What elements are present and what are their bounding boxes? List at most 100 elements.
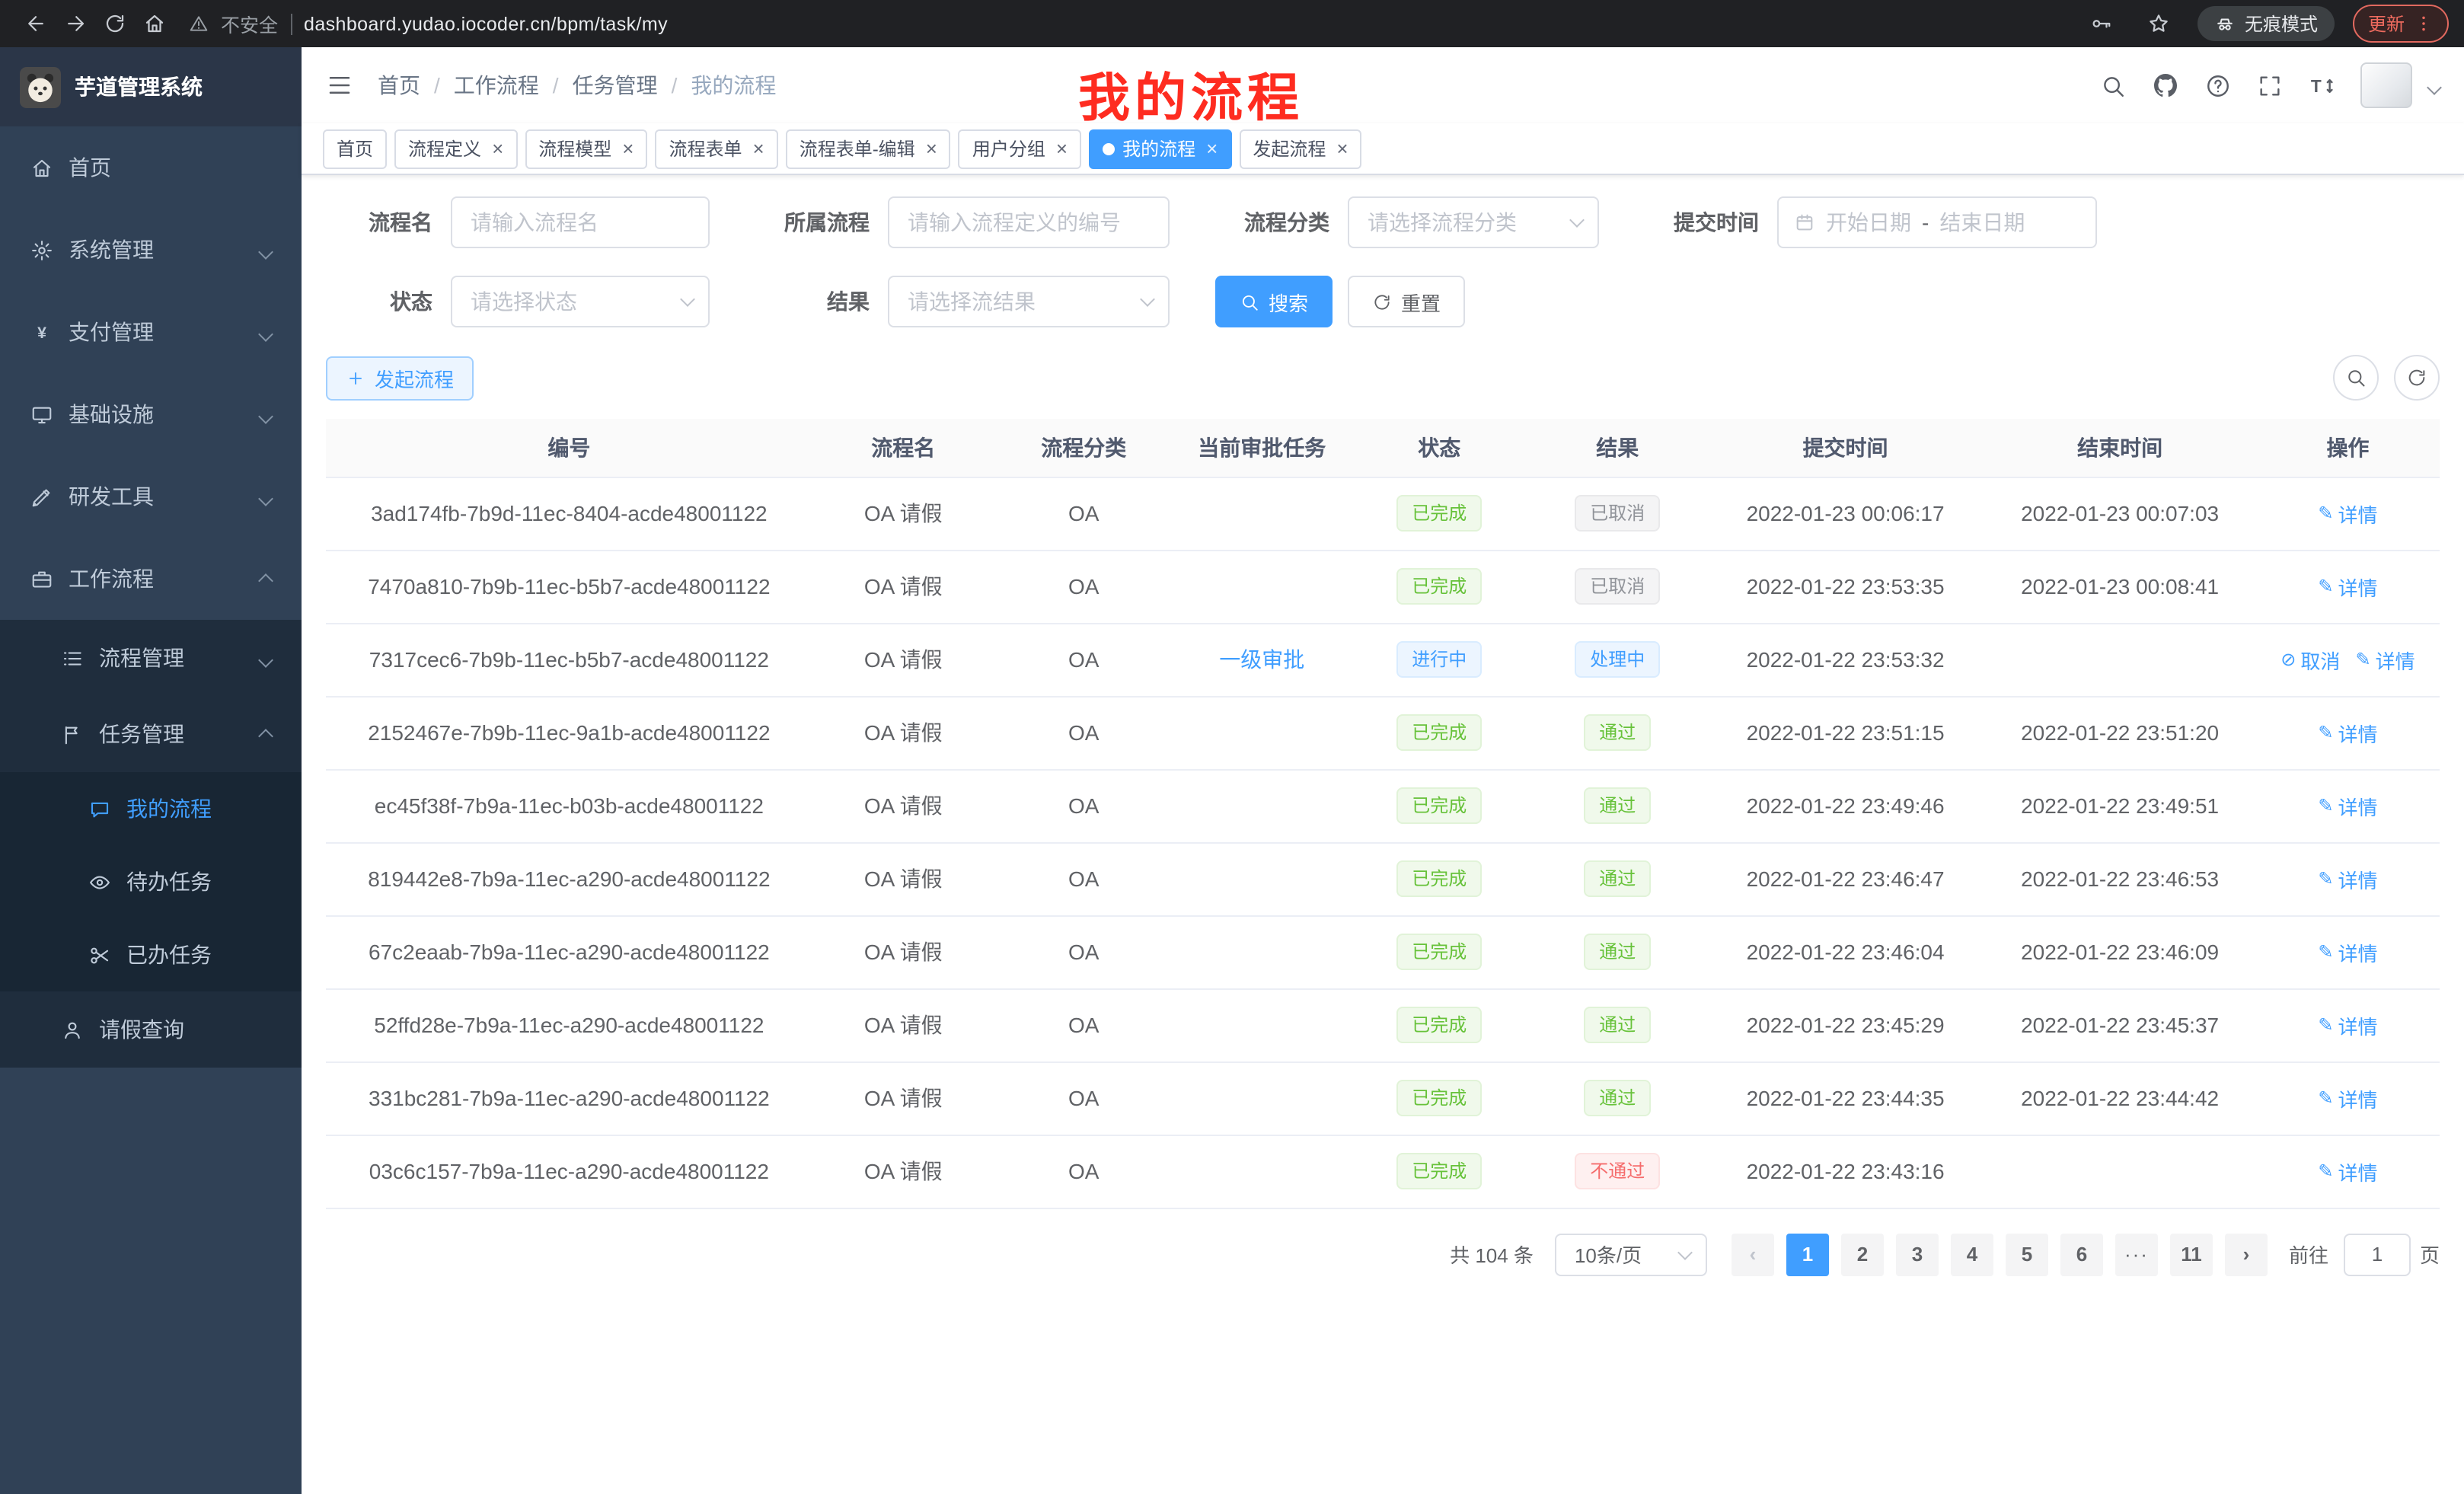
monitor-icon [30, 403, 53, 426]
tab-close-icon[interactable]: × [622, 139, 634, 158]
browser-menu-icon[interactable] [2414, 14, 2434, 34]
search-button[interactable]: 搜索 [1215, 276, 1333, 327]
status-select[interactable]: 请选择状态 [451, 276, 710, 327]
sidebar-item-todo-tasks[interactable]: 待办任务 [0, 845, 302, 918]
sidebar-item-system[interactable]: 系统管理 [0, 209, 302, 291]
tab-item[interactable]: 流程表单× [655, 129, 777, 168]
breadcrumb-item[interactable]: 首页 [378, 70, 420, 101]
sidebar-item-infrastructure[interactable]: 基础设施 [0, 373, 302, 455]
help-icon[interactable] [2205, 72, 2231, 98]
fullscreen-icon[interactable] [2257, 72, 2283, 98]
sidebar-item-devtools[interactable]: 研发工具 [0, 455, 302, 538]
tab-close-icon[interactable]: × [753, 139, 764, 158]
avatar[interactable] [2360, 62, 2412, 108]
forward-button[interactable] [55, 4, 94, 43]
tab-item[interactable]: 流程模型× [525, 129, 647, 168]
browser-update-button[interactable]: 更新 [2353, 5, 2449, 43]
category-select[interactable]: 请选择流程分类 [1348, 196, 1599, 248]
address-bar[interactable]: 不安全 dashboard.yudao.iocoder.cn/bpm/task/… [189, 9, 668, 38]
detail-link[interactable]: ✎详情 [2318, 572, 2377, 601]
tab-item[interactable]: 流程表单-编辑 × [786, 129, 951, 168]
current-task-link[interactable]: 一级审批 [1219, 647, 1304, 672]
cancel-link[interactable]: ⊘取消 [2280, 645, 2340, 674]
detail-link[interactable]: ✎详情 [2355, 645, 2415, 674]
cell-category: OA [994, 623, 1173, 696]
table-row: 3ad174fb-7b9d-11ec-8404-acde48001122OA 请… [326, 477, 2440, 550]
goto-page-input[interactable] [2344, 1233, 2411, 1275]
search-icon[interactable] [2100, 72, 2126, 98]
detail-link[interactable]: ✎详情 [2318, 864, 2377, 893]
sidebar-item-done-tasks[interactable]: 已办任务 [0, 918, 302, 991]
cell-category: OA [994, 988, 1173, 1061]
page-size-select[interactable]: 10条/页 [1555, 1233, 1707, 1275]
column-header: 编号 [326, 419, 812, 477]
breadcrumb-item[interactable]: 任务管理 [573, 70, 658, 101]
chevron-down-icon[interactable] [2429, 73, 2440, 97]
home-button[interactable] [134, 4, 174, 43]
page-button[interactable]: 4 [1951, 1233, 1993, 1275]
breadcrumb-item[interactable]: 工作流程 [454, 70, 539, 101]
page-button[interactable]: 2 [1841, 1233, 1884, 1275]
process-definition-input[interactable] [888, 196, 1170, 248]
app-logo[interactable]: 芋道管理系统 [0, 47, 302, 126]
tab-item[interactable]: 首页 [323, 129, 387, 168]
process-name-input[interactable] [451, 196, 710, 248]
column-header: 流程名 [812, 419, 994, 477]
reload-button[interactable] [94, 4, 134, 43]
detail-link[interactable]: ✎详情 [2318, 937, 2377, 966]
detail-link[interactable]: ✎详情 [2318, 718, 2377, 747]
result-placeholder: 请选择流结果 [908, 286, 1036, 317]
page-button[interactable]: 5 [2006, 1233, 2048, 1275]
detail-link[interactable]: ✎详情 [2318, 1157, 2377, 1186]
sidebar-item-process-management[interactable]: 流程管理 [0, 620, 302, 696]
result-select[interactable]: 请选择流结果 [888, 276, 1170, 327]
back-button[interactable] [15, 4, 55, 43]
tab-item[interactable]: 我的流程× [1089, 129, 1231, 168]
key-icon[interactable] [2082, 4, 2121, 43]
status-tag: 已完成 [1396, 1007, 1482, 1043]
cell-id: 67c2eaab-7b9a-11ec-a290-acde48001122 [326, 915, 812, 988]
cell-status: 已完成 [1351, 1061, 1528, 1135]
tab-label: 流程表单-编辑 [800, 136, 915, 161]
table-toolbar: 发起流程 [326, 355, 2440, 401]
navbar: 首页 / 工作流程 / 任务管理 / 我的流程 T [302, 47, 2464, 123]
bookmark-star-icon[interactable] [2140, 4, 2179, 43]
page-button[interactable]: 11 [2170, 1233, 2213, 1275]
prev-page-button[interactable]: ‹ [1732, 1233, 1774, 1275]
next-page-button[interactable]: › [2225, 1233, 2268, 1275]
refresh-table-button[interactable] [2394, 355, 2440, 401]
detail-link[interactable]: ✎详情 [2318, 1010, 2377, 1039]
date-range-picker[interactable]: 开始日期 - 结束日期 [1777, 196, 2097, 248]
github-icon[interactable] [2152, 72, 2179, 99]
status-tag: 已完成 [1396, 568, 1482, 605]
sidebar-item-payment[interactable]: ¥ 支付管理 [0, 291, 302, 373]
detail-link[interactable]: ✎详情 [2318, 1084, 2377, 1113]
sidebar-item-home[interactable]: 首页 [0, 126, 302, 209]
tab-close-icon[interactable]: × [1336, 139, 1348, 158]
tab-close-icon[interactable]: × [1206, 139, 1218, 158]
font-size-icon[interactable]: T [2309, 72, 2335, 98]
detail-link[interactable]: ✎详情 [2318, 499, 2377, 528]
chevron-down-icon [260, 238, 271, 262]
tab-close-icon[interactable]: × [926, 139, 937, 158]
detail-icon: ✎ [2318, 868, 2333, 889]
page-button[interactable]: 3 [1896, 1233, 1939, 1275]
pager-more-button[interactable]: ··· [2115, 1233, 2158, 1275]
sidebar-item-my-process[interactable]: 我的流程 [0, 772, 302, 845]
detail-link[interactable]: ✎详情 [2318, 791, 2377, 820]
page-button[interactable]: 1 [1786, 1233, 1829, 1275]
tab-close-icon[interactable]: × [1056, 139, 1068, 158]
tab-item[interactable]: 用户分组× [959, 129, 1081, 168]
tab-item[interactable]: 流程定义× [394, 129, 517, 168]
toggle-search-button[interactable] [2333, 355, 2379, 401]
start-process-button[interactable]: 发起流程 [326, 356, 474, 400]
sidebar-item-task-management[interactable]: 任务管理 [0, 696, 302, 772]
tab-close-icon[interactable]: × [492, 139, 503, 158]
reset-button[interactable]: 重置 [1348, 276, 1465, 327]
page-button[interactable]: 6 [2060, 1233, 2103, 1275]
sidebar-item-label: 流程管理 [99, 643, 184, 673]
tab-item[interactable]: 发起流程× [1239, 129, 1361, 168]
sidebar-item-leave-query[interactable]: 请假查询 [0, 991, 302, 1068]
hamburger-icon[interactable] [326, 72, 353, 99]
sidebar-item-workflow[interactable]: 工作流程 [0, 538, 302, 620]
